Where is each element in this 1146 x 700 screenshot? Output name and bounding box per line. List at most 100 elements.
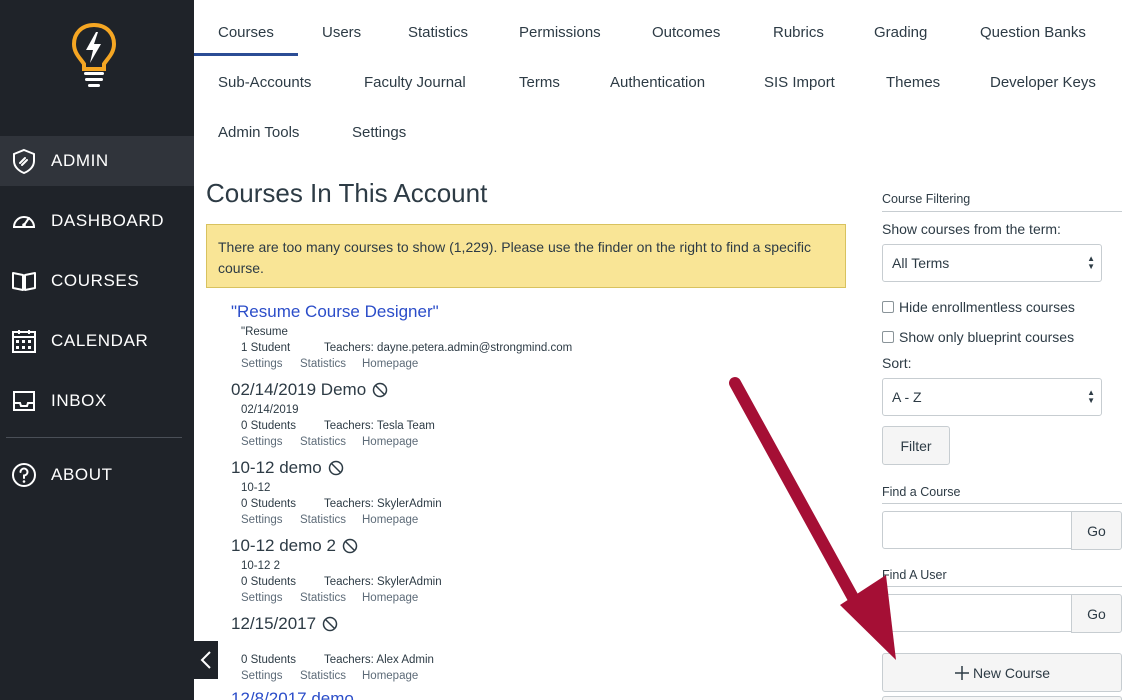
course-settings-link[interactable]: Settings xyxy=(241,514,283,526)
find-user-go-button[interactable]: Go xyxy=(1071,594,1122,633)
sort-label: Sort: xyxy=(882,355,912,371)
active-tab-indicator xyxy=(194,53,298,56)
course-homepage-link[interactable]: Homepage xyxy=(362,358,418,370)
tab-question-banks[interactable]: Question Banks xyxy=(980,24,1086,41)
hide-enrollmentless-label[interactable]: Hide enrollmentless courses xyxy=(899,299,1075,315)
too-many-courses-alert: There are too many courses to show (1,22… xyxy=(206,224,846,288)
course-code: 10-12 xyxy=(241,482,271,494)
course-homepage-link[interactable]: Homepage xyxy=(362,592,418,604)
unpublished-icon xyxy=(342,538,358,554)
course-settings-link[interactable]: Settings xyxy=(241,670,283,682)
course-teachers: Teachers: dayne.petera.admin@strongmind.… xyxy=(324,342,573,354)
course-student-count: 0 Students xyxy=(241,576,296,588)
course-settings-link[interactable]: Settings xyxy=(241,436,283,448)
course-title-text: 12/15/2017 xyxy=(231,614,317,633)
tab-sis-import[interactable]: SIS Import xyxy=(764,74,835,91)
course-homepage-link[interactable]: Homepage xyxy=(362,670,418,682)
course-title-text: 10-12 demo xyxy=(231,458,322,477)
speedometer-icon xyxy=(10,207,38,235)
tab-rubrics[interactable]: Rubrics xyxy=(773,24,824,41)
unpublished-icon xyxy=(328,460,343,476)
divider xyxy=(882,586,1122,587)
lightbulb-logo-icon[interactable] xyxy=(71,22,117,90)
page-title: Courses In This Account xyxy=(206,178,488,208)
course-title-text: 10-12 demo 2 xyxy=(231,536,336,555)
tab-permissions[interactable]: Permissions xyxy=(519,24,601,41)
divider xyxy=(882,503,1122,504)
unpublished-icon xyxy=(372,382,388,398)
tab-themes[interactable]: Themes xyxy=(886,74,940,91)
course-student-count: 0 Students xyxy=(241,420,296,432)
course-teachers: Teachers: SkylerAdmin xyxy=(324,576,442,588)
course-title-link[interactable]: 12/8/2017 demo xyxy=(231,689,354,700)
inbox-icon xyxy=(10,387,38,415)
show-blueprint-checkbox[interactable] xyxy=(882,331,894,343)
global-navigation: ADMIN DASHBOARD COURSES CALENDAR INBOX A… xyxy=(0,0,194,700)
nav-dashboard[interactable]: DASHBOARD xyxy=(0,196,194,246)
nav-courses[interactable]: COURSES xyxy=(0,256,194,306)
course-teachers: Teachers: SkylerAdmin xyxy=(324,498,442,510)
sort-select[interactable]: A - Z ▲ ▼ xyxy=(882,378,1102,416)
filter-button[interactable]: Filter xyxy=(882,426,950,465)
nav-calendar[interactable]: CALENDAR xyxy=(0,316,194,366)
tab-grading[interactable]: Grading xyxy=(874,24,927,41)
chevron-left-icon xyxy=(200,651,211,669)
book-icon xyxy=(10,267,38,295)
course-homepage-link[interactable]: Homepage xyxy=(362,436,418,448)
tab-outcomes[interactable]: Outcomes xyxy=(652,24,720,41)
tab-admin-tools[interactable]: Admin Tools xyxy=(218,124,299,141)
nav-admin[interactable]: ADMIN xyxy=(0,136,194,186)
tab-faculty-journal[interactable]: Faculty Journal xyxy=(364,74,466,91)
course-statistics-link[interactable]: Statistics xyxy=(300,670,346,682)
course-title[interactable]: 10-12 demo 2 xyxy=(231,536,358,556)
new-course-button[interactable]: New Course xyxy=(882,653,1122,692)
course-homepage-link[interactable]: Homepage xyxy=(362,514,418,526)
tab-terms[interactable]: Terms xyxy=(519,74,560,91)
nav-label: COURSES xyxy=(51,271,140,290)
sort-select-value: A - Z xyxy=(892,389,922,405)
tab-courses[interactable]: Courses xyxy=(218,24,274,41)
course-statistics-link[interactable]: Statistics xyxy=(300,436,346,448)
hide-enrollmentless-checkbox[interactable] xyxy=(882,301,894,313)
course-statistics-link[interactable]: Statistics xyxy=(300,514,346,526)
course-student-count: 0 Students xyxy=(241,654,296,666)
show-blueprint-row: Show only blueprint courses xyxy=(882,329,1074,345)
tab-statistics[interactable]: Statistics xyxy=(408,24,468,41)
course-settings-link[interactable]: Settings xyxy=(241,592,283,604)
find-user-heading: Find A User xyxy=(882,568,947,582)
select-arrows-icon: ▲ ▼ xyxy=(1087,388,1095,405)
tab-developer-keys[interactable]: Developer Keys xyxy=(990,74,1096,91)
next-action-button[interactable] xyxy=(882,696,1122,700)
course-teachers: Teachers: Alex Admin xyxy=(324,654,434,666)
course-title-link[interactable]: "Resume Course Designer" xyxy=(231,302,439,322)
tab-authentication[interactable]: Authentication xyxy=(610,74,705,91)
show-blueprint-label[interactable]: Show only blueprint courses xyxy=(899,329,1074,345)
unpublished-icon xyxy=(322,616,338,632)
calendar-icon xyxy=(10,327,38,355)
nav-label: DASHBOARD xyxy=(51,211,165,230)
course-title[interactable]: 12/15/2017 xyxy=(231,614,338,634)
course-teachers: Teachers: Tesla Team xyxy=(324,420,435,432)
collapse-nav-button[interactable] xyxy=(194,641,218,679)
question-icon xyxy=(10,461,38,489)
nav-label: INBOX xyxy=(51,391,107,410)
find-course-go-button[interactable]: Go xyxy=(1071,511,1122,550)
nav-about[interactable]: ABOUT xyxy=(0,450,194,500)
find-user-input[interactable] xyxy=(882,594,1072,632)
course-statistics-link[interactable]: Statistics xyxy=(300,358,346,370)
tab-settings[interactable]: Settings xyxy=(352,124,406,141)
course-statistics-link[interactable]: Statistics xyxy=(300,592,346,604)
tab-sub-accounts[interactable]: Sub-Accounts xyxy=(218,74,311,91)
tab-users[interactable]: Users xyxy=(322,24,361,41)
select-arrows-icon: ▲ ▼ xyxy=(1087,254,1095,271)
find-course-input[interactable] xyxy=(882,511,1072,549)
nav-label: CALENDAR xyxy=(51,331,149,350)
term-label: Show courses from the term: xyxy=(882,221,1061,237)
course-title[interactable]: 02/14/2019 Demo xyxy=(231,380,388,400)
course-settings-link[interactable]: Settings xyxy=(241,358,283,370)
divider xyxy=(882,211,1122,212)
course-title[interactable]: 10-12 demo xyxy=(231,458,344,478)
term-select-value: All Terms xyxy=(892,255,950,271)
term-select[interactable]: All Terms ▲ ▼ xyxy=(882,244,1102,282)
nav-inbox[interactable]: INBOX xyxy=(0,376,194,426)
